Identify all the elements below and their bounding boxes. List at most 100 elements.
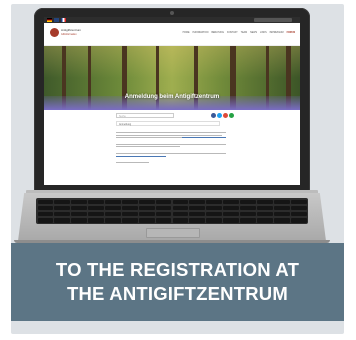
keyboard-key	[223, 199, 239, 205]
keyboard-key	[172, 199, 189, 205]
google-plus-icon[interactable]	[223, 113, 228, 118]
keyboard-key	[71, 205, 87, 211]
keyboard-key	[155, 217, 172, 223]
laptop-keyboard	[36, 198, 308, 224]
hero-title: Anmeldung beim Antigiftzentrum	[124, 94, 220, 100]
keyboard-key	[121, 217, 138, 223]
keyboard-key	[223, 217, 239, 223]
keyboard-key	[37, 205, 54, 211]
nav-item-impressum[interactable]: IMPRESSUM	[270, 32, 284, 35]
flag-fr-icon[interactable]	[61, 18, 66, 22]
text-link-line[interactable]	[116, 155, 166, 157]
keyboard-key	[88, 211, 104, 217]
text-line	[116, 152, 226, 154]
keyboard-key	[37, 211, 54, 217]
keyboard-key	[290, 217, 307, 223]
laptop-screen: Antigiftzentrum Giftinformation HOME INF…	[44, 17, 300, 185]
twitter-icon[interactable]	[217, 113, 222, 118]
keyboard-key	[223, 205, 239, 211]
keyboard-key	[172, 205, 189, 211]
nav-item-team[interactable]: TEAM	[241, 32, 247, 35]
keyboard-key	[71, 217, 87, 223]
registration-tab[interactable]: Anmeldung	[116, 121, 220, 126]
keyboard-key	[257, 211, 273, 217]
nav-item-links[interactable]: LINKS	[260, 32, 267, 35]
keyboard-key	[240, 199, 256, 205]
keyboard-key	[206, 217, 223, 223]
keyboard-key	[223, 211, 239, 217]
keyboard-key	[121, 211, 138, 217]
keyboard-key	[290, 199, 307, 205]
text-line	[116, 162, 149, 164]
laptop-lid: Antigiftzentrum Giftinformation HOME INF…	[34, 8, 310, 192]
keyboard-key	[54, 217, 71, 223]
keyboard-key	[155, 211, 172, 217]
whatsapp-icon[interactable]	[229, 113, 234, 118]
keyboard-key	[54, 205, 71, 211]
nav-item-news[interactable]: NEWS	[250, 32, 257, 35]
flag-en-icon[interactable]	[54, 18, 59, 22]
keyboard-key	[138, 205, 155, 211]
text-line	[116, 146, 180, 148]
page-content: Suche Anmeldung	[44, 110, 300, 164]
hero-image: Anmeldung beim Antigiftzentrum	[44, 46, 300, 110]
browser-search-field[interactable]	[254, 18, 292, 22]
banner-line-2: THE ANTIGIFTZENTRUM	[67, 283, 288, 304]
site-logo-subtitle: Giftinformation	[61, 33, 77, 36]
text-line	[116, 134, 222, 136]
laptop-trackpad	[146, 228, 200, 238]
keyboard-key	[189, 217, 206, 223]
site-header: Antigiftzentrum Giftinformation HOME INF…	[44, 23, 300, 46]
keyboard-key	[206, 211, 223, 217]
nav-item-home[interactable]: HOME	[183, 32, 190, 35]
flag-de-icon[interactable]	[47, 18, 52, 22]
keyboard-key	[71, 199, 87, 205]
keyboard-key	[121, 205, 138, 211]
nav-item-information[interactable]: INFORMATION	[193, 32, 209, 35]
keyboard-key	[273, 205, 290, 211]
facebook-icon[interactable]	[211, 113, 216, 118]
keyboard-key	[273, 217, 290, 223]
keyboard-key	[172, 217, 189, 223]
nav-item-forum[interactable]: FORUM	[287, 32, 295, 35]
keyboard-key	[138, 211, 155, 217]
keyboard-key	[71, 211, 87, 217]
keyboard-key	[54, 199, 71, 205]
keyboard-key	[88, 199, 104, 205]
keyboard-key	[155, 205, 172, 211]
keyboard-key	[88, 217, 104, 223]
banner-line-1: TO THE REGISTRATION AT	[55, 259, 300, 280]
keyboard-key	[240, 211, 256, 217]
nav-item-beratung[interactable]: BERATUNG	[211, 32, 224, 35]
text-link-line[interactable]	[182, 137, 226, 139]
search-input[interactable]: Suche	[116, 113, 174, 118]
text-line	[116, 143, 226, 145]
registration-banner[interactable]: TO THE REGISTRATION AT THE ANTIGIFTZENTR…	[11, 243, 344, 321]
keyboard-key	[88, 205, 104, 211]
keyboard-key	[257, 205, 273, 211]
keyboard-key	[273, 199, 290, 205]
keyboard-key	[257, 199, 273, 205]
camera-icon	[170, 11, 174, 15]
keyboard-key	[240, 217, 256, 223]
keyboard-key	[155, 199, 172, 205]
keyboard-key	[290, 205, 307, 211]
keyboard-key	[37, 199, 54, 205]
keyboard-key	[138, 199, 155, 205]
keyboard-key	[189, 211, 206, 217]
keyboard-key	[273, 211, 290, 217]
body-text-lines	[116, 132, 226, 165]
site-logo-icon[interactable]	[50, 28, 59, 37]
keyboard-key	[121, 199, 138, 205]
keyboard-key	[172, 211, 189, 217]
keyboard-key	[105, 199, 121, 205]
nav-item-kontakt[interactable]: KONTAKT	[227, 32, 238, 35]
main-nav: HOME INFORMATION BERATUNG KONTAKT TEAM N…	[183, 32, 295, 35]
keyboard-key	[189, 199, 206, 205]
keyboard-key	[54, 211, 71, 217]
site-logo-title: Antigiftzentrum	[61, 28, 82, 32]
keyboard-key	[257, 217, 273, 223]
keyboard-key	[138, 217, 155, 223]
keyboard-key	[105, 205, 121, 211]
text-line	[116, 132, 226, 133]
